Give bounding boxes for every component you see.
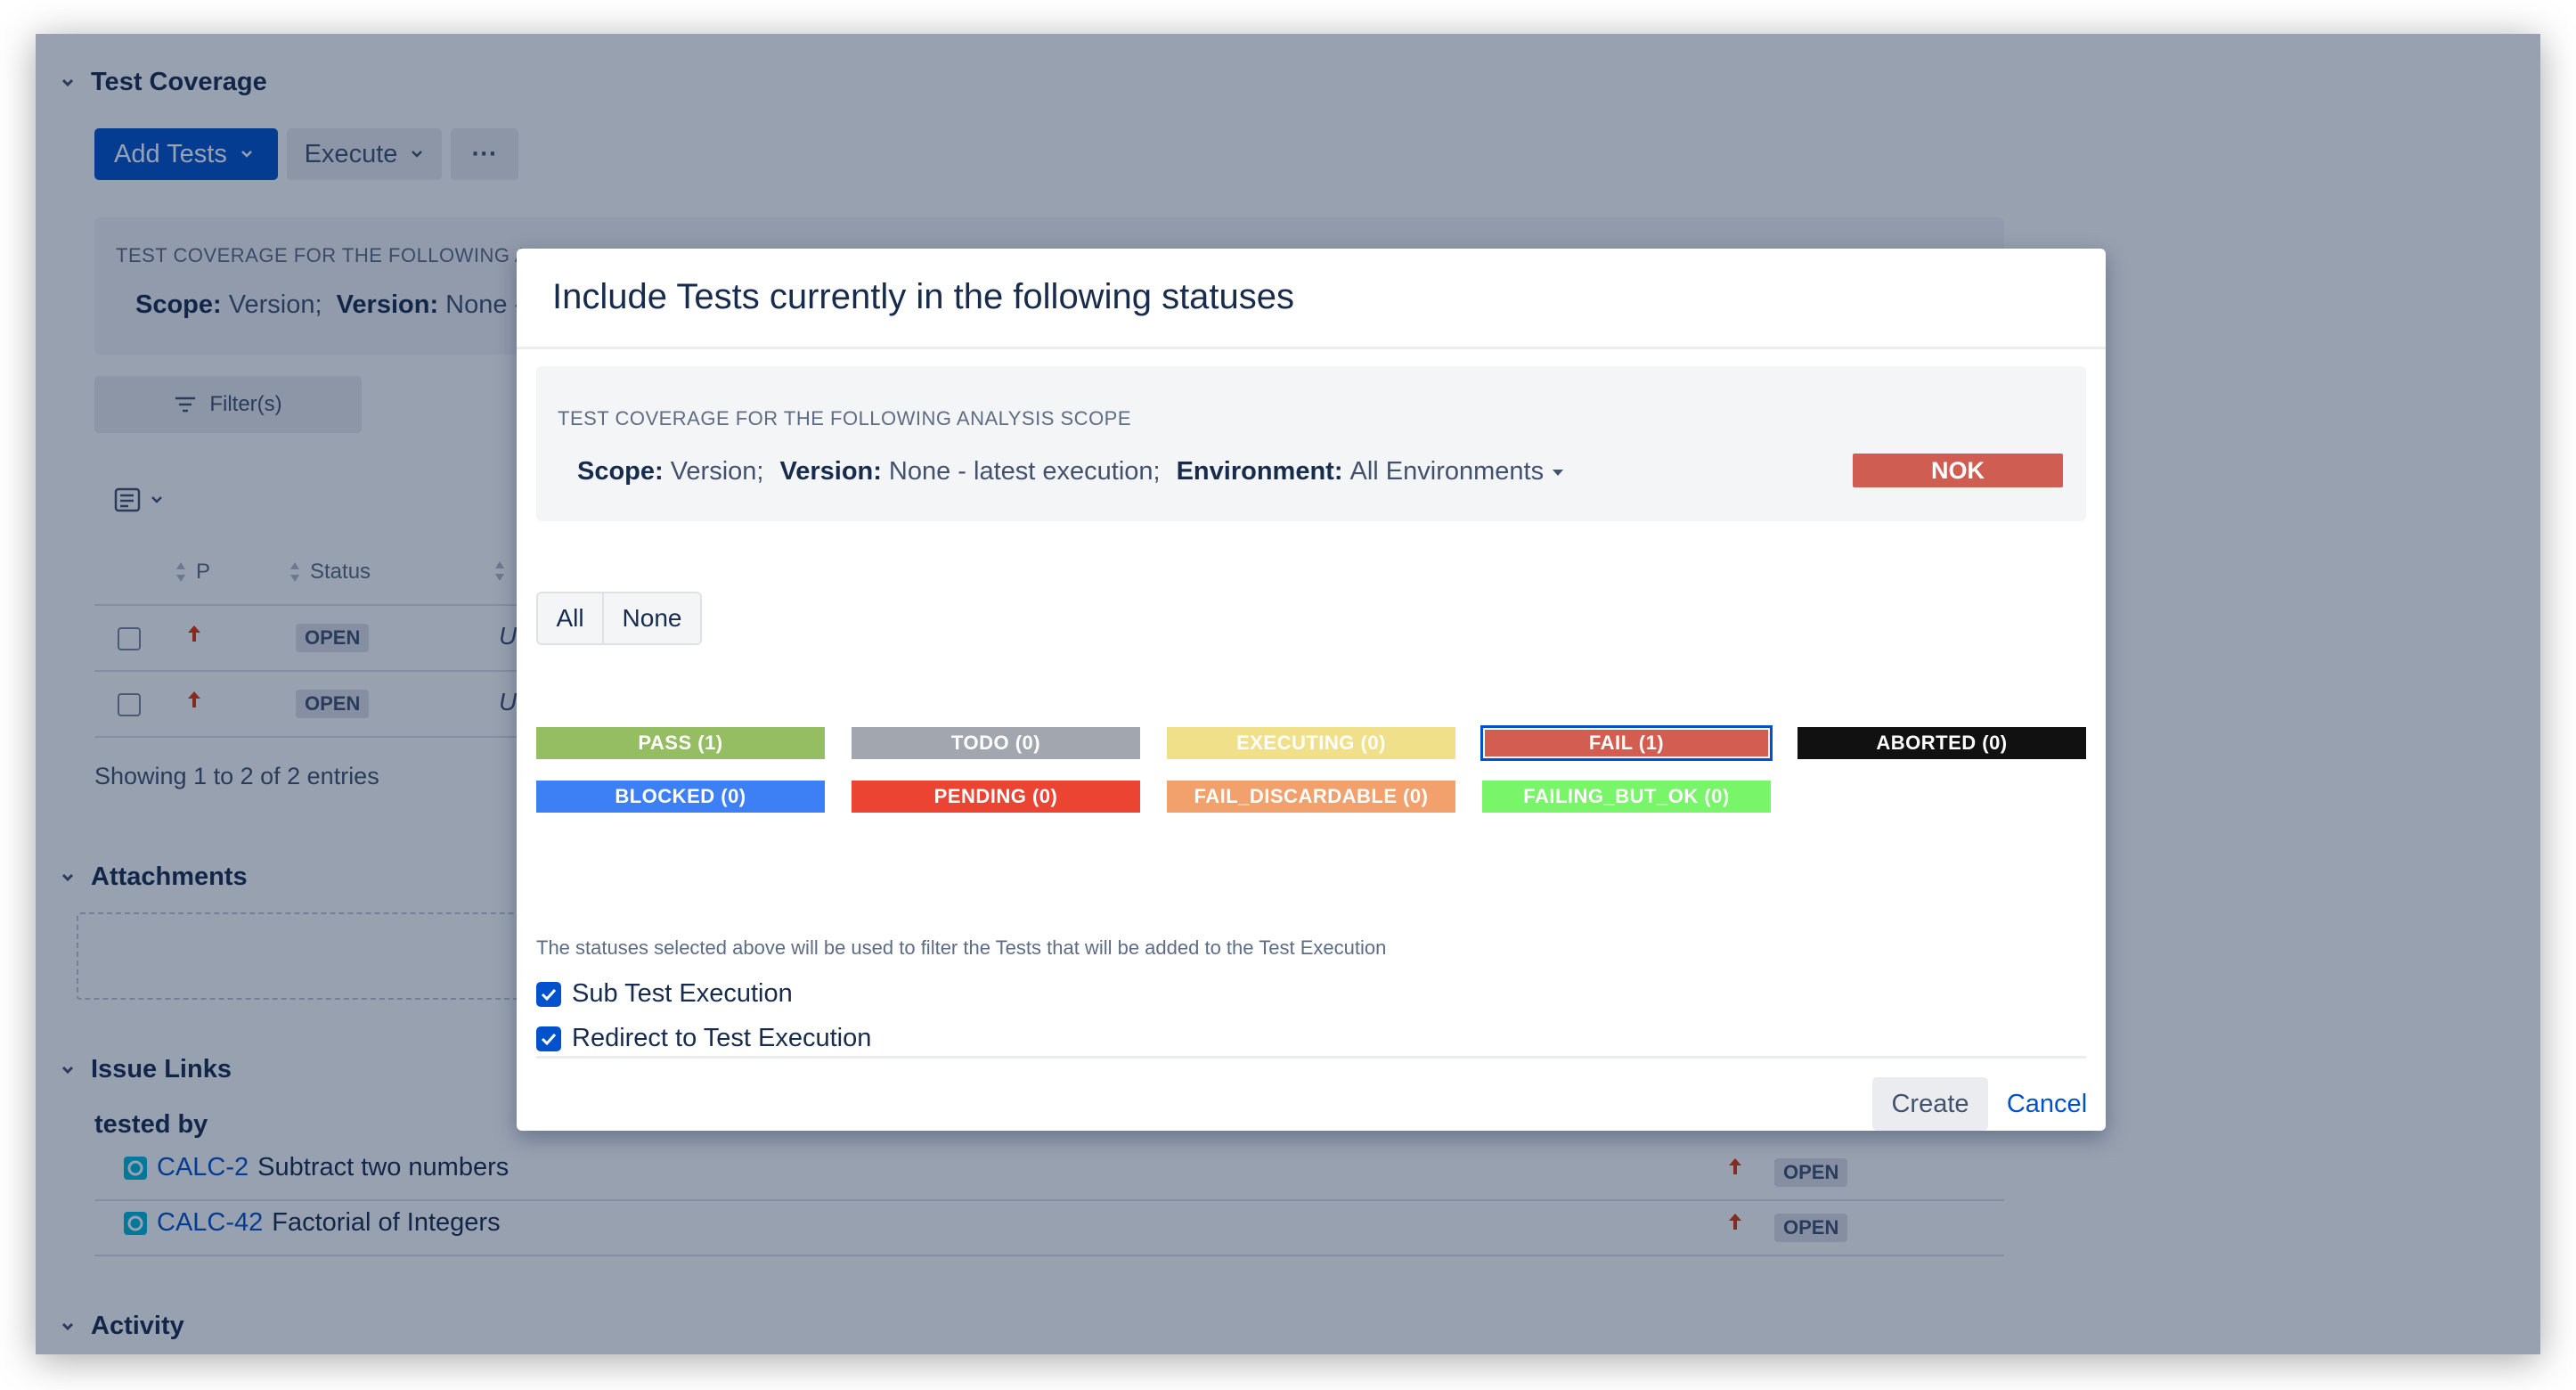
version-value: None - latest execution; (888, 457, 1161, 486)
status-option-fail[interactable]: FAIL (1) (1480, 725, 1773, 761)
redirect-option[interactable]: Redirect to Test Execution (536, 1024, 871, 1053)
overall-status-badge: NOK (1853, 454, 2063, 487)
scope-caption: TEST COVERAGE FOR THE FOLLOWING ANALYSIS… (558, 407, 1132, 429)
create-button[interactable]: Create (1872, 1077, 1988, 1131)
divider (517, 347, 2106, 349)
status-option-label: FAILING_BUT_OK (0) (1523, 785, 1730, 807)
dialog-title: Include Tests currently in the following… (552, 277, 1295, 316)
status-filter-dialog: Include Tests currently in the following… (517, 249, 2106, 1131)
checkmark-icon (541, 1033, 557, 1045)
status-option-label: EXECUTING (0) (1236, 732, 1386, 754)
environment-label: Environment: (1176, 457, 1343, 486)
scope-line: Scope: Version; Version: None - latest e… (577, 457, 1565, 487)
status-option-label: BLOCKED (0) (615, 785, 746, 807)
scope-label: Scope: (577, 457, 664, 486)
sub-test-execution-option[interactable]: Sub Test Execution (536, 979, 793, 1009)
divider (536, 1056, 2086, 1059)
status-option-failing-but-ok[interactable]: FAILING_BUT_OK (0) (1482, 781, 1771, 813)
redirect-checkbox[interactable] (536, 1026, 561, 1051)
status-option-label: TODO (0) (950, 732, 1041, 754)
sub-test-execution-checkbox[interactable] (536, 981, 561, 1007)
status-option-blocked[interactable]: BLOCKED (0) (536, 781, 825, 813)
select-none-button[interactable]: None (604, 593, 700, 643)
caret-down-icon[interactable] (1551, 467, 1565, 478)
select-toggle-group: All None (536, 592, 702, 645)
status-option-label: PENDING (0) (933, 785, 1058, 807)
status-option-pending[interactable]: PENDING (0) (852, 781, 1140, 813)
app-window: Test Coverage Add Tests Execute ··· TEST… (36, 34, 2540, 1354)
status-option-aborted[interactable]: ABORTED (0) (1797, 727, 2086, 759)
status-option-label: FAIL (1) (1588, 732, 1665, 754)
status-option-todo[interactable]: TODO (0) (852, 727, 1140, 759)
version-label: Version: (779, 457, 882, 486)
sub-test-execution-label: Sub Test Execution (572, 979, 793, 1008)
scope-panel: TEST COVERAGE FOR THE FOLLOWING ANALYSIS… (536, 366, 2086, 521)
scope-value: Version; (670, 457, 764, 486)
status-option-executing[interactable]: EXECUTING (0) (1167, 727, 1455, 759)
cancel-button[interactable]: Cancel (2001, 1077, 2093, 1131)
redirect-label: Redirect to Test Execution (572, 1024, 872, 1052)
status-option-label: ABORTED (0) (1876, 732, 2008, 754)
status-option-label: PASS (1) (638, 732, 723, 754)
status-option-fail-discardable[interactable]: FAIL_DISCARDABLE (0) (1167, 781, 1455, 813)
environment-value[interactable]: All Environments (1350, 457, 1545, 487)
status-option-pass[interactable]: PASS (1) (536, 727, 825, 759)
select-all-button[interactable]: All (538, 593, 604, 643)
status-option-label: FAIL_DISCARDABLE (0) (1194, 785, 1429, 807)
checkmark-icon (541, 988, 557, 1001)
status-filter-hint: The statuses selected above will be used… (536, 936, 1387, 959)
